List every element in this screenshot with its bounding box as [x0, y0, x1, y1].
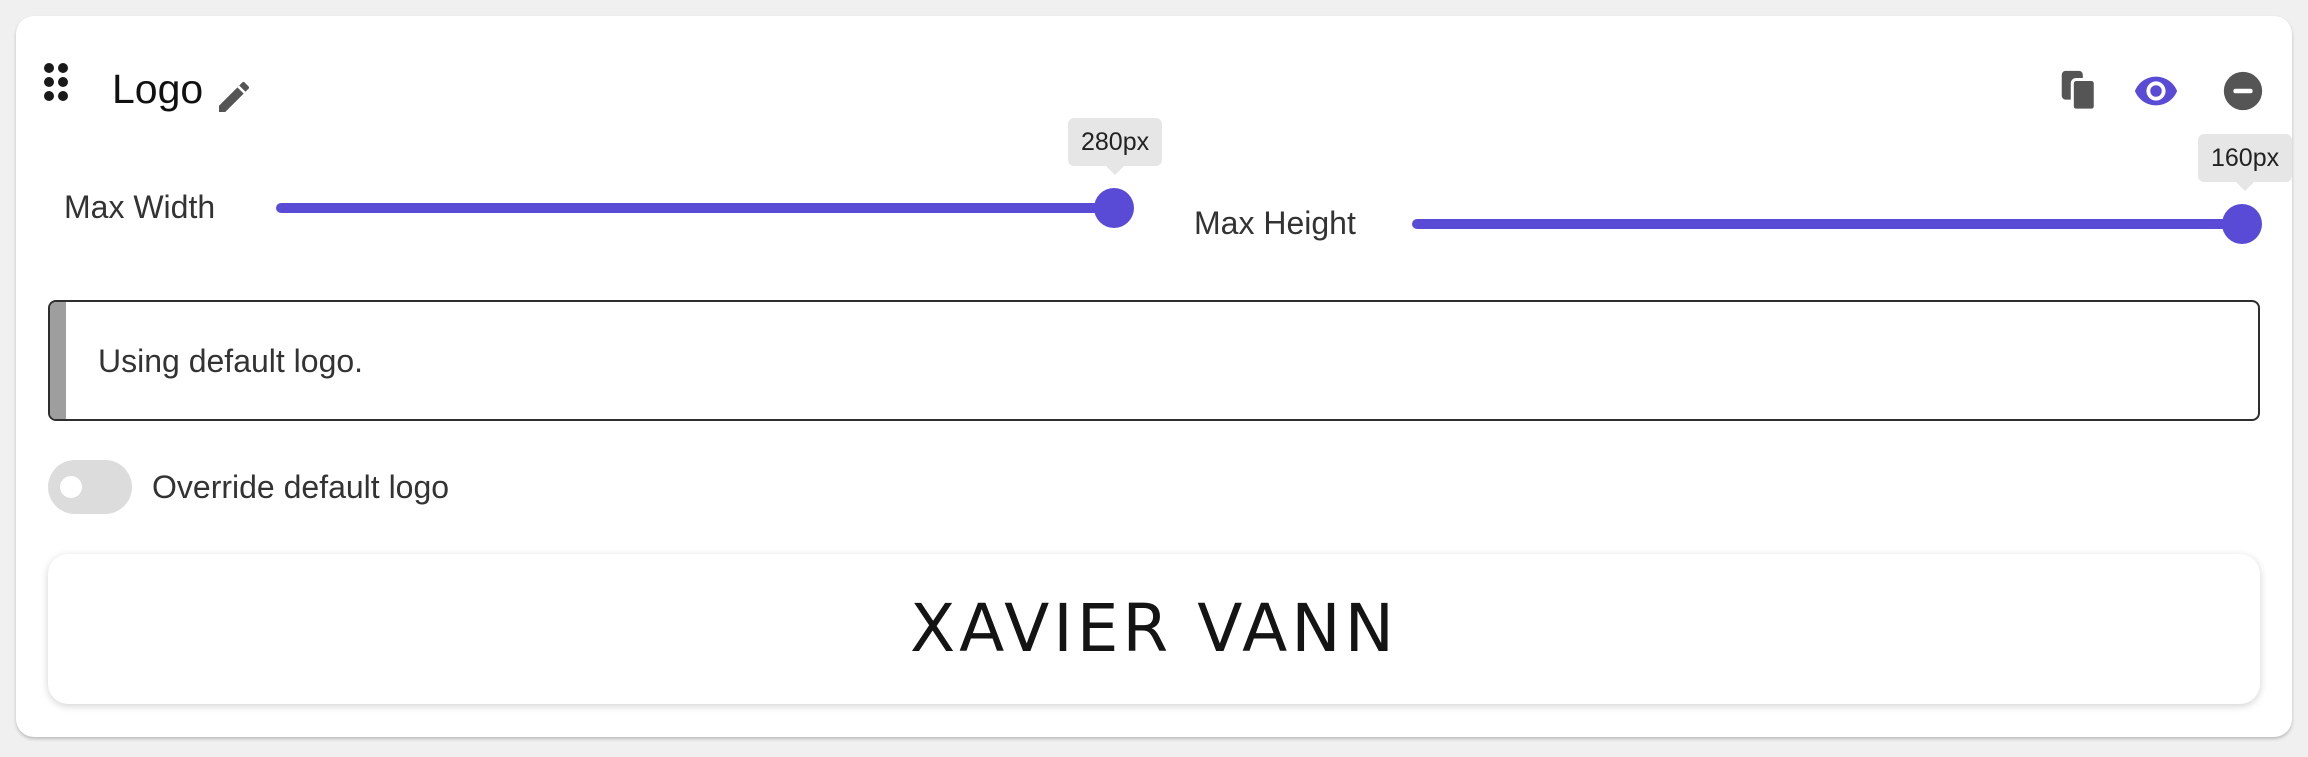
override-logo-label[interactable]: Override default logo — [152, 468, 449, 506]
max-width-slider-track[interactable] — [276, 203, 1132, 213]
drag-handle-icon[interactable] — [44, 63, 72, 119]
logo-settings-card: Logo Max Width 280px Max Height 160px Us… — [16, 16, 2293, 737]
max-width-slider-thumb[interactable] — [1094, 188, 1134, 228]
default-logo-notice: Using default logo. — [48, 300, 2260, 421]
max-height-value-tooltip: 160px — [2198, 134, 2293, 191]
max-width-label: Max Width — [64, 189, 216, 225]
remove-circle-icon[interactable] — [2220, 68, 2266, 114]
max-height-label: Max Height — [1194, 205, 1356, 241]
logo-wordmark: XAVIER VANN — [909, 590, 1399, 667]
pencil-icon[interactable] — [214, 77, 254, 117]
notice-accent-bar — [50, 302, 66, 419]
eye-icon[interactable] — [2133, 68, 2179, 114]
panel-title: Logo — [112, 66, 204, 112]
max-width-value-tooltip: 280px — [1068, 118, 1163, 175]
override-logo-toggle[interactable] — [48, 460, 132, 514]
logo-preview: XAVIER VANN — [48, 554, 2260, 704]
max-height-slider-thumb[interactable] — [2222, 204, 2262, 244]
max-height-slider-track[interactable] — [1412, 219, 2260, 229]
notice-text: Using default logo. — [98, 343, 364, 379]
toggle-knob — [60, 476, 82, 498]
copy-icon[interactable] — [2056, 68, 2102, 114]
